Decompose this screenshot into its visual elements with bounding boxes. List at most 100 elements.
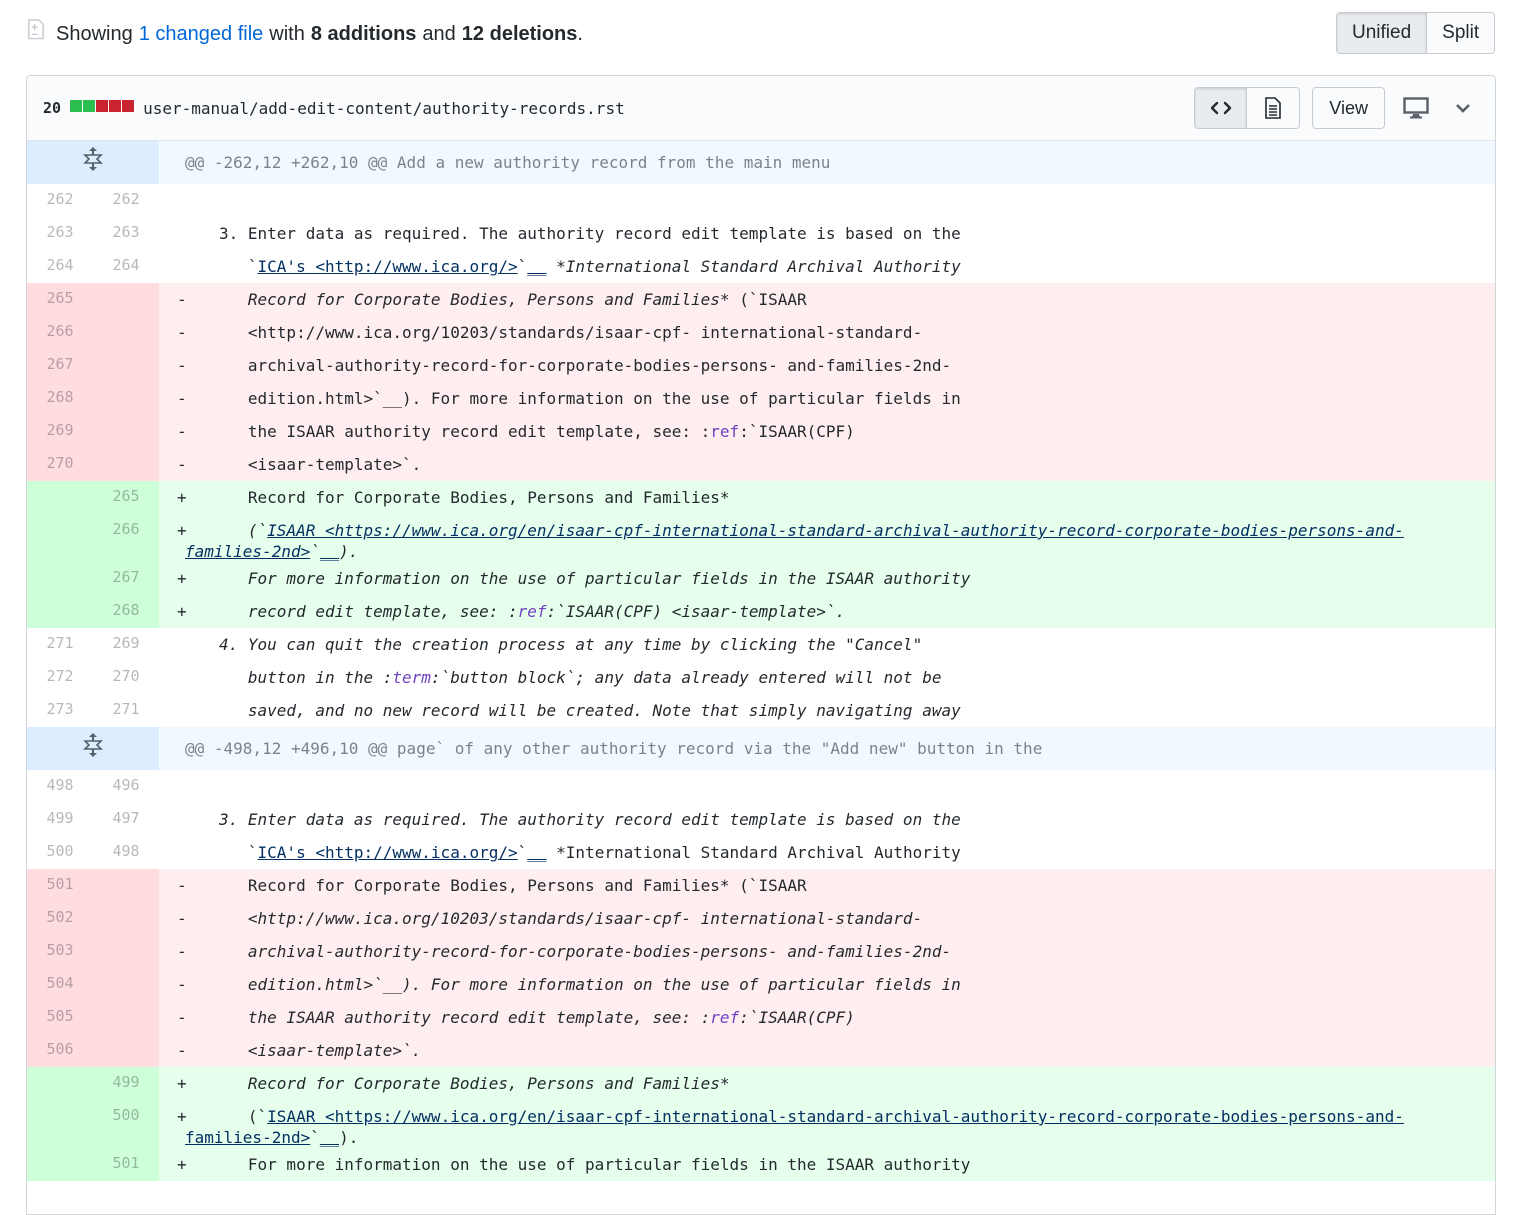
- old-line-number[interactable]: [27, 481, 93, 514]
- diff-marker: +: [177, 1155, 187, 1174]
- line-code: - edition.html>`__). For more informatio…: [159, 968, 1495, 1001]
- old-line-number[interactable]: 266: [27, 316, 93, 349]
- old-line-number[interactable]: 271: [27, 628, 93, 661]
- diff-marker: +: [177, 1074, 187, 1093]
- new-line-number[interactable]: [93, 448, 159, 481]
- source-diff-button[interactable]: [1195, 88, 1248, 128]
- diff-line-deletion: 268 - edition.html>`__). For more informa…: [27, 382, 1495, 415]
- old-line-number[interactable]: 506: [27, 1034, 93, 1067]
- line-code: `ICA's <http://www.ica.org/>`__ *Interna…: [159, 836, 1495, 869]
- diff-line-addition: 265 + Record for Corporate Bodies, Person…: [27, 481, 1495, 514]
- line-code: - the ISAAR authority record edit templa…: [159, 415, 1495, 448]
- new-line-number[interactable]: [93, 869, 159, 902]
- new-line-number[interactable]: 497: [93, 803, 159, 836]
- old-line-number[interactable]: [27, 514, 93, 562]
- new-line-number[interactable]: [93, 902, 159, 935]
- new-line-number[interactable]: [93, 415, 159, 448]
- new-line-number[interactable]: 265: [93, 481, 159, 514]
- new-line-number[interactable]: 268: [93, 595, 159, 628]
- old-line-number[interactable]: 268: [27, 382, 93, 415]
- diffstat-bar: [70, 99, 135, 117]
- old-line-number[interactable]: 499: [27, 803, 93, 836]
- old-line-number[interactable]: [27, 1148, 93, 1181]
- unified-button[interactable]: Unified: [1337, 13, 1428, 53]
- changed-files-link[interactable]: 1 changed file: [139, 23, 264, 46]
- new-line-number[interactable]: [93, 382, 159, 415]
- diff-marker: -: [177, 876, 187, 895]
- old-line-number[interactable]: 264: [27, 250, 93, 283]
- diff-line-deletion: 505 - the ISAAR authority record edit tem…: [27, 1001, 1495, 1034]
- new-line-number[interactable]: 500: [93, 1100, 159, 1148]
- old-line-number[interactable]: [27, 1067, 93, 1100]
- line-code: button in the :term:`button block`; any …: [159, 661, 1495, 694]
- rich-diff-button[interactable]: [1247, 88, 1300, 128]
- expand-lines-button[interactable]: [27, 141, 159, 184]
- diff-marker: +: [177, 602, 187, 621]
- new-line-number[interactable]: 498: [93, 836, 159, 869]
- old-line-number[interactable]: 503: [27, 935, 93, 968]
- line-code: + (`ISAAR <https://www.ica.org/en/isaar-…: [159, 1100, 1495, 1148]
- diff-marker: +: [177, 569, 187, 588]
- view-file-button[interactable]: View: [1312, 87, 1385, 129]
- new-line-number[interactable]: [93, 283, 159, 316]
- expand-lines-button[interactable]: [27, 727, 159, 770]
- summary-period: .: [577, 22, 583, 45]
- diff-marker: -: [177, 1008, 187, 1027]
- old-line-number[interactable]: 269: [27, 415, 93, 448]
- line-code: - <isaar-template>`.: [159, 448, 1495, 481]
- diff-table: @@ -262,12 +262,10 @@ Add a new authorit…: [27, 141, 1495, 1181]
- new-line-number[interactable]: [93, 316, 159, 349]
- new-line-number[interactable]: 267: [93, 562, 159, 595]
- line-code: + For more information on the use of par…: [159, 1148, 1495, 1181]
- line-code: 3. Enter data as required. The authority…: [159, 217, 1495, 250]
- old-line-number[interactable]: 265: [27, 283, 93, 316]
- line-code: `ICA's <http://www.ica.org/>`__ *Interna…: [159, 250, 1495, 283]
- old-line-number[interactable]: [27, 562, 93, 595]
- line-code: - archival-authority-record-for-corporat…: [159, 349, 1495, 382]
- new-line-number[interactable]: [93, 968, 159, 1001]
- diff-line-deletion: 502 - <http://www.ica.org/10203/standards…: [27, 902, 1495, 935]
- split-button[interactable]: Split: [1427, 13, 1495, 53]
- new-line-number[interactable]: [93, 1034, 159, 1067]
- old-line-number[interactable]: 500: [27, 836, 93, 869]
- old-line-number[interactable]: 501: [27, 869, 93, 902]
- diff-line-deletion: 267 - archival-authority-record-for-corpo…: [27, 349, 1495, 382]
- new-line-number[interactable]: 262: [93, 184, 159, 217]
- old-line-number[interactable]: 263: [27, 217, 93, 250]
- line-code: + For more information on the use of par…: [159, 562, 1495, 595]
- diff-line-deletion: 266 - <http://www.ica.org/10203/standards…: [27, 316, 1495, 349]
- old-line-number[interactable]: 502: [27, 902, 93, 935]
- new-line-number[interactable]: 501: [93, 1148, 159, 1181]
- old-line-number[interactable]: 273: [27, 694, 93, 727]
- open-desktop-button[interactable]: [1403, 97, 1429, 119]
- file-icon: [1265, 97, 1282, 119]
- new-line-number[interactable]: 266: [93, 514, 159, 562]
- old-line-number[interactable]: [27, 1100, 93, 1148]
- diff-marker: -: [177, 356, 187, 375]
- diff-marker: +: [177, 488, 187, 507]
- old-line-number[interactable]: 505: [27, 1001, 93, 1034]
- new-line-number[interactable]: [93, 349, 159, 382]
- diff-marker: [177, 256, 219, 277]
- new-line-number[interactable]: 264: [93, 250, 159, 283]
- new-line-number[interactable]: 270: [93, 661, 159, 694]
- file-options-dropdown[interactable]: [1455, 102, 1471, 114]
- line-code: - Record for Corporate Bodies, Persons a…: [159, 869, 1495, 902]
- new-line-number[interactable]: [93, 1001, 159, 1034]
- old-line-number[interactable]: 262: [27, 184, 93, 217]
- new-line-number[interactable]: 271: [93, 694, 159, 727]
- old-line-number[interactable]: 272: [27, 661, 93, 694]
- diff-line-context: 500 498 `ICA's <http://www.ica.org/>`__ *…: [27, 836, 1495, 869]
- new-line-number[interactable]: [93, 935, 159, 968]
- old-line-number[interactable]: [27, 595, 93, 628]
- old-line-number[interactable]: 267: [27, 349, 93, 382]
- file-diff-icon: [28, 19, 44, 40]
- new-line-number[interactable]: 269: [93, 628, 159, 661]
- diff-marker: [177, 667, 219, 688]
- new-line-number[interactable]: 263: [93, 217, 159, 250]
- new-line-number[interactable]: 496: [93, 770, 159, 803]
- old-line-number[interactable]: 270: [27, 448, 93, 481]
- old-line-number[interactable]: 498: [27, 770, 93, 803]
- new-line-number[interactable]: 499: [93, 1067, 159, 1100]
- old-line-number[interactable]: 504: [27, 968, 93, 1001]
